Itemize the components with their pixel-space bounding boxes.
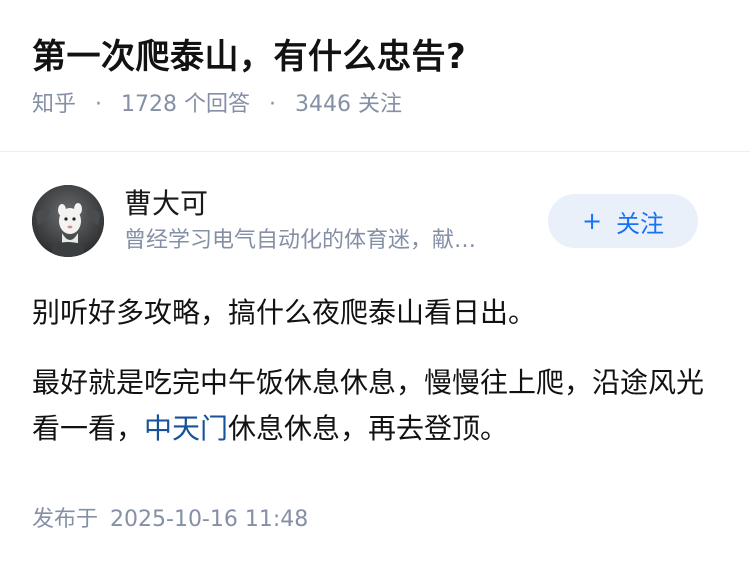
answer-count-label: 个回答 xyxy=(184,92,251,117)
question-title[interactable]: 第一次爬泰山，有什么忠告? xyxy=(32,34,718,80)
zhongtianmen-link[interactable]: 中天门 xyxy=(144,412,228,445)
cartoon-avatar-icon xyxy=(32,185,104,257)
answer-text: 休息休息，再去登顶。 xyxy=(228,412,509,445)
answer-paragraph: 最好就是吃完中午饭休息休息，慢慢往上爬，沿途风光看一看，中天门休息休息，再去登顶… xyxy=(32,360,718,452)
source-label[interactable]: 知乎 xyxy=(32,92,76,117)
meta-separator: · xyxy=(95,92,103,117)
follower-count[interactable]: 3446 关注 xyxy=(295,92,402,117)
follower-count-number: 3446 xyxy=(295,92,352,117)
follow-button[interactable]: + 关注 xyxy=(548,194,698,248)
published-time: 2025-10-16 11:48 xyxy=(110,507,309,532)
follow-button-label: 关注 xyxy=(616,209,665,238)
author-card: 曹大可 曾经学习电气自动化的体育迷，献… + 关注 xyxy=(32,183,722,261)
published-label: 发布于 xyxy=(32,507,99,532)
section-divider xyxy=(0,151,750,152)
plus-icon: + xyxy=(581,207,603,235)
publish-info: 发布于 2025-10-16 11:48 xyxy=(32,505,308,535)
answer-count[interactable]: 1728 个回答 xyxy=(121,92,257,117)
follower-count-label: 关注 xyxy=(358,92,403,117)
answer-paragraph: 别听好多攻略，搞什么夜爬泰山看日出。 xyxy=(32,296,537,329)
author-bio: 曾经学习电气自动化的体育迷，献… xyxy=(124,228,477,253)
meta-separator: · xyxy=(269,92,277,117)
question-header: 第一次爬泰山，有什么忠告? 知乎 · 1728 个回答 · 3446 关注 xyxy=(32,34,718,120)
avatar[interactable] xyxy=(32,185,104,257)
answer-count-number: 1728 xyxy=(121,92,178,117)
question-meta: 知乎 · 1728 个回答 · 3446 关注 xyxy=(32,90,718,120)
author-name[interactable]: 曹大可 xyxy=(124,185,208,223)
answer-content: 别听好多攻略，搞什么夜爬泰山看日出。 最好就是吃完中午饭休息休息，慢慢往上爬，沿… xyxy=(32,290,718,452)
